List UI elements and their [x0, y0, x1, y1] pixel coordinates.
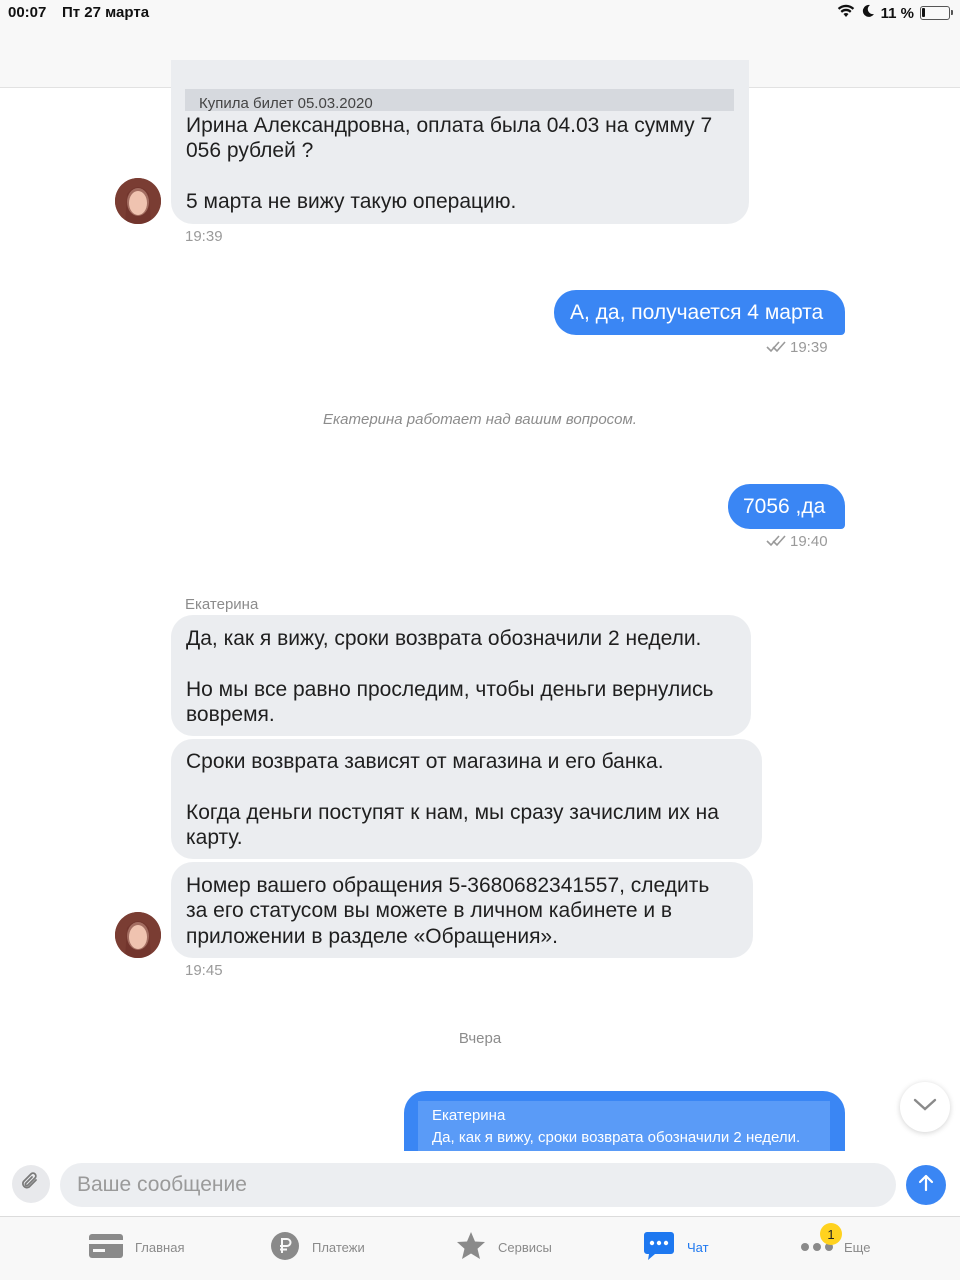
message-input[interactable]: Ваше сообщение — [60, 1163, 896, 1207]
message-line: Когда деньги поступят к нам, мы сразу за… — [186, 801, 719, 824]
arrow-up-icon — [916, 1173, 936, 1198]
system-message: Екатерина работает над вашим вопросом. — [323, 411, 637, 428]
avatar[interactable] — [115, 178, 161, 224]
message-time: 19:45 — [185, 962, 223, 979]
tab-label: Главная — [135, 1239, 185, 1255]
date-separator: Вчера — [458, 1030, 502, 1047]
message-line: за его статусом вы можете в личном кабин… — [186, 899, 673, 922]
message-line: вовремя. — [186, 703, 275, 726]
tab-services[interactable]: Сервисы — [456, 1230, 552, 1264]
message-text: 7056 ,да — [743, 494, 826, 518]
tab-label: Сервисы — [498, 1239, 552, 1255]
scroll-down-button[interactable] — [900, 1082, 950, 1132]
read-check-icon — [766, 340, 788, 358]
wifi-icon — [837, 4, 855, 22]
tab-label: Еще — [844, 1239, 871, 1255]
battery-percent: 11 % — [880, 4, 914, 22]
quoted-author: Екатерина — [432, 1107, 506, 1124]
message-line: Сроки возврата зависят от магазина и его… — [186, 750, 664, 773]
read-check-icon — [766, 534, 788, 552]
paperclip-icon — [20, 1171, 42, 1198]
quoted-text: Купила билет 05.03.2020 — [199, 95, 373, 112]
notification-badge: 1 — [820, 1223, 842, 1245]
quoted-message: Екатерина Да, как я вижу, сроки возврата… — [418, 1101, 830, 1151]
message-line: Да, как я вижу, сроки возврата обозначил… — [186, 627, 702, 650]
tab-home[interactable]: Главная — [89, 1230, 184, 1264]
send-button[interactable] — [906, 1165, 946, 1205]
sender-name: Екатерина — [185, 596, 259, 613]
outgoing-message[interactable]: 7056 ,да — [728, 484, 845, 529]
message-line: Но мы все равно проследим, чтобы деньги … — [186, 678, 714, 701]
ruble-icon — [270, 1231, 300, 1264]
tab-label: Платежи — [312, 1239, 365, 1255]
message-line: Ирина Александровна, оплата была 04.03 н… — [186, 114, 713, 137]
input-placeholder: Ваше сообщение — [77, 1173, 247, 1196]
outgoing-message[interactable]: А, да, получается 4 марта — [554, 290, 845, 335]
incoming-message[interactable]: Да, как я вижу, сроки возврата обозначил… — [171, 615, 751, 736]
message-line: 5 марта не вижу такую операцию. — [186, 190, 517, 213]
chevron-down-icon — [913, 1098, 937, 1117]
message-time: 19:39 — [790, 339, 828, 356]
chat-icon — [643, 1231, 675, 1264]
status-time: 00:07 — [8, 4, 47, 21]
message-line: 056 рублей ? — [186, 139, 314, 162]
message-line: Номер вашего обращения 5-3680682341557, … — [186, 874, 710, 897]
tab-chat[interactable]: Чат — [643, 1230, 709, 1264]
tab-payments[interactable]: Платежи — [270, 1230, 365, 1264]
moon-icon — [861, 4, 875, 22]
incoming-message[interactable]: Купила билет 05.03.2020 Ирина Александро… — [171, 60, 749, 224]
star-icon — [456, 1231, 486, 1263]
status-date: Пт 27 марта — [62, 4, 150, 21]
status-indicators: 11 % — [837, 4, 953, 22]
message-line: приложении в разделе «Обращения». — [186, 925, 558, 948]
avatar[interactable] — [115, 912, 161, 958]
card-icon — [89, 1233, 123, 1261]
message-text: А, да, получается 4 марта — [570, 300, 824, 324]
message-time: 19:39 — [185, 228, 223, 245]
battery-icon — [920, 6, 953, 20]
quoted-message: Купила билет 05.03.2020 — [185, 89, 734, 112]
attach-button[interactable] — [12, 1165, 50, 1203]
outgoing-message[interactable]: Екатерина Да, как я вижу, сроки возврата… — [404, 1091, 845, 1151]
tab-label: Чат — [687, 1239, 709, 1255]
message-line: карту. — [186, 826, 243, 849]
incoming-message[interactable]: Номер вашего обращения 5-3680682341557, … — [171, 862, 753, 958]
quoted-text: Да, как я вижу, сроки возврата обозначил… — [432, 1129, 801, 1146]
message-time: 19:40 — [790, 533, 828, 550]
incoming-message[interactable]: Сроки возврата зависят от магазина и его… — [171, 739, 762, 859]
